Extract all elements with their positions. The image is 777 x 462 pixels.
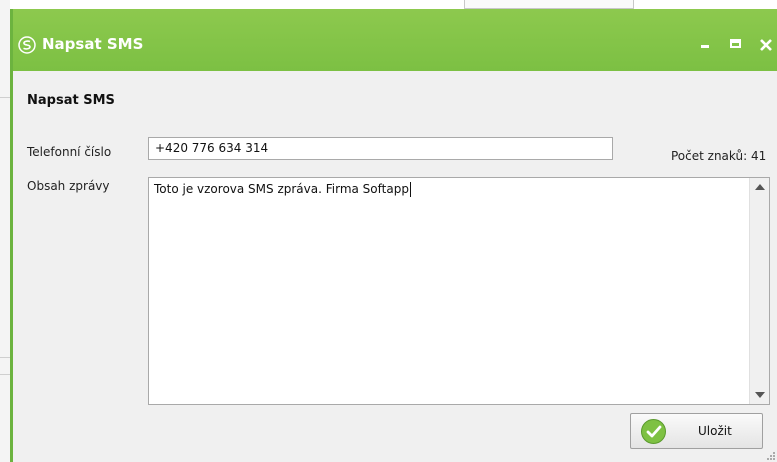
minimize-button[interactable] <box>694 33 716 55</box>
char-count: Počet znaků: 41 <box>671 149 767 163</box>
text-caret <box>409 182 411 197</box>
message-content: Toto je vzorova SMS zpráva. Firma Softap… <box>154 182 411 197</box>
sms-dialog: Napsat SMS Napsat SMS Telefonní číslo +4… <box>10 9 777 462</box>
softapp-logo-icon <box>18 36 36 54</box>
background-divider <box>0 97 10 98</box>
resize-grip-icon[interactable] <box>767 452 775 460</box>
checkmark-icon <box>641 419 666 444</box>
window-title: Napsat SMS <box>42 35 144 53</box>
maximize-icon <box>730 39 741 48</box>
phone-label: Telefonní číslo <box>27 145 112 159</box>
scroll-down-arrow-icon <box>755 392 765 398</box>
scroll-down-button[interactable] <box>750 386 769 404</box>
maximize-button[interactable] <box>725 33 747 55</box>
phone-input[interactable]: +420 776 634 314 <box>148 137 613 160</box>
background-divider <box>0 374 10 375</box>
save-button-label: Uložit <box>698 424 732 438</box>
background-left-strip <box>0 0 10 462</box>
message-scrollbar[interactable] <box>749 178 769 404</box>
section-title: Napsat SMS <box>27 93 115 108</box>
message-text: Toto je vzorova SMS zpráva. Firma Softap… <box>154 182 409 196</box>
save-button[interactable]: Uložit <box>630 413 763 449</box>
background-top-strip <box>10 0 777 9</box>
title-bar[interactable]: Napsat SMS <box>13 9 777 71</box>
scroll-up-arrow-icon <box>755 184 765 190</box>
background-divider <box>0 357 10 358</box>
background-field <box>464 0 634 9</box>
close-button[interactable] <box>755 33 777 55</box>
close-icon <box>760 39 772 51</box>
minimize-icon <box>701 45 709 48</box>
scroll-up-button[interactable] <box>750 178 769 196</box>
message-textarea[interactable]: Toto je vzorova SMS zpráva. Firma Softap… <box>148 177 770 405</box>
message-label: Obsah zprávy <box>27 179 110 193</box>
